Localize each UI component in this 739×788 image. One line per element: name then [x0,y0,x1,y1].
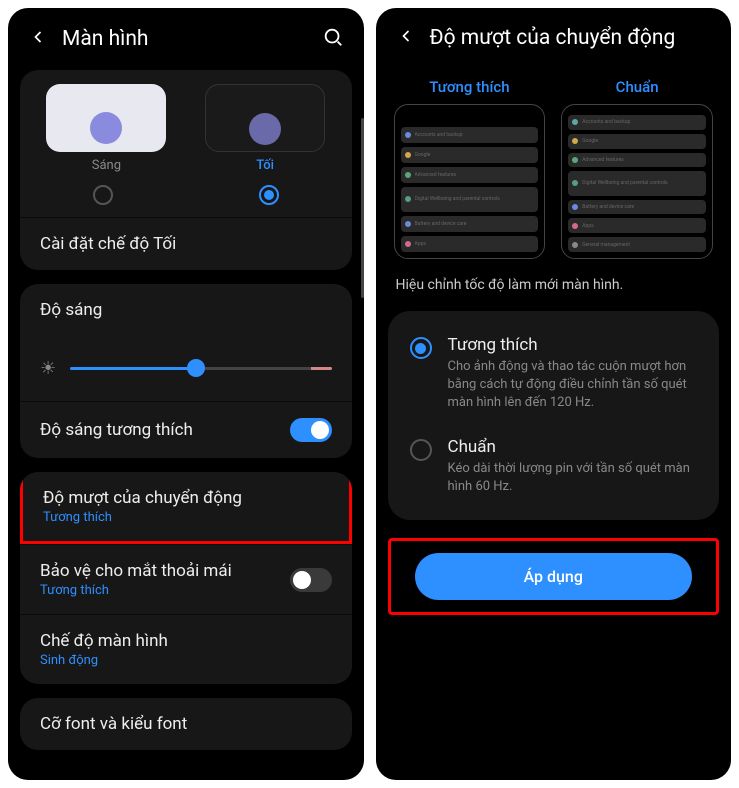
preview-adaptive: Tương thích Accounts and backup Google A… [394,78,546,259]
brightness-slider[interactable] [70,367,331,370]
adaptive-brightness[interactable]: Độ sáng tương thích [20,401,352,458]
scrollbar[interactable] [361,118,364,298]
font-settings-item[interactable]: Cỡ font và kiểu font [20,698,352,750]
option-standard[interactable]: Chuẩn Kéo dài thời lượng pin với tần số … [406,427,702,506]
option-adaptive[interactable]: Tương thích Cho ảnh động và thao tác cuộ… [406,325,702,423]
radio-adaptive[interactable] [410,337,432,359]
brightness-label: Độ sáng [20,284,352,336]
page-title: Độ mượt của chuyển động [430,26,712,50]
sun-icon: ☀ [40,358,56,379]
eye-comfort-toggle[interactable] [290,568,332,592]
dark-mode-settings[interactable]: Cài đặt chế độ Tối [20,217,352,270]
theme-option-dark[interactable]: Tối [189,84,342,177]
page-title: Màn hình [62,27,308,51]
back-icon[interactable] [396,26,416,50]
description: Hiệu chỉnh tốc độ làm mới màn hình. [376,277,732,311]
search-icon[interactable] [322,26,344,52]
eye-comfort-item[interactable]: Bảo vệ cho mắt thoải mái Tương thích [20,544,352,614]
adaptive-brightness-toggle[interactable] [290,418,332,442]
screen-mode-item[interactable]: Chế độ màn hình Sinh động [20,614,352,684]
motion-smoothness-item[interactable]: Độ mượt của chuyển động Tương thích [20,472,352,544]
radio-light[interactable] [93,185,113,205]
back-icon[interactable] [28,27,48,51]
apply-button[interactable]: Áp dụng [415,553,693,600]
theme-option-light[interactable]: Sáng [30,84,183,177]
radio-dark[interactable] [259,185,279,205]
radio-standard[interactable] [410,439,432,461]
preview-standard: Chuẩn Accounts and backup Google Advance… [561,78,713,259]
